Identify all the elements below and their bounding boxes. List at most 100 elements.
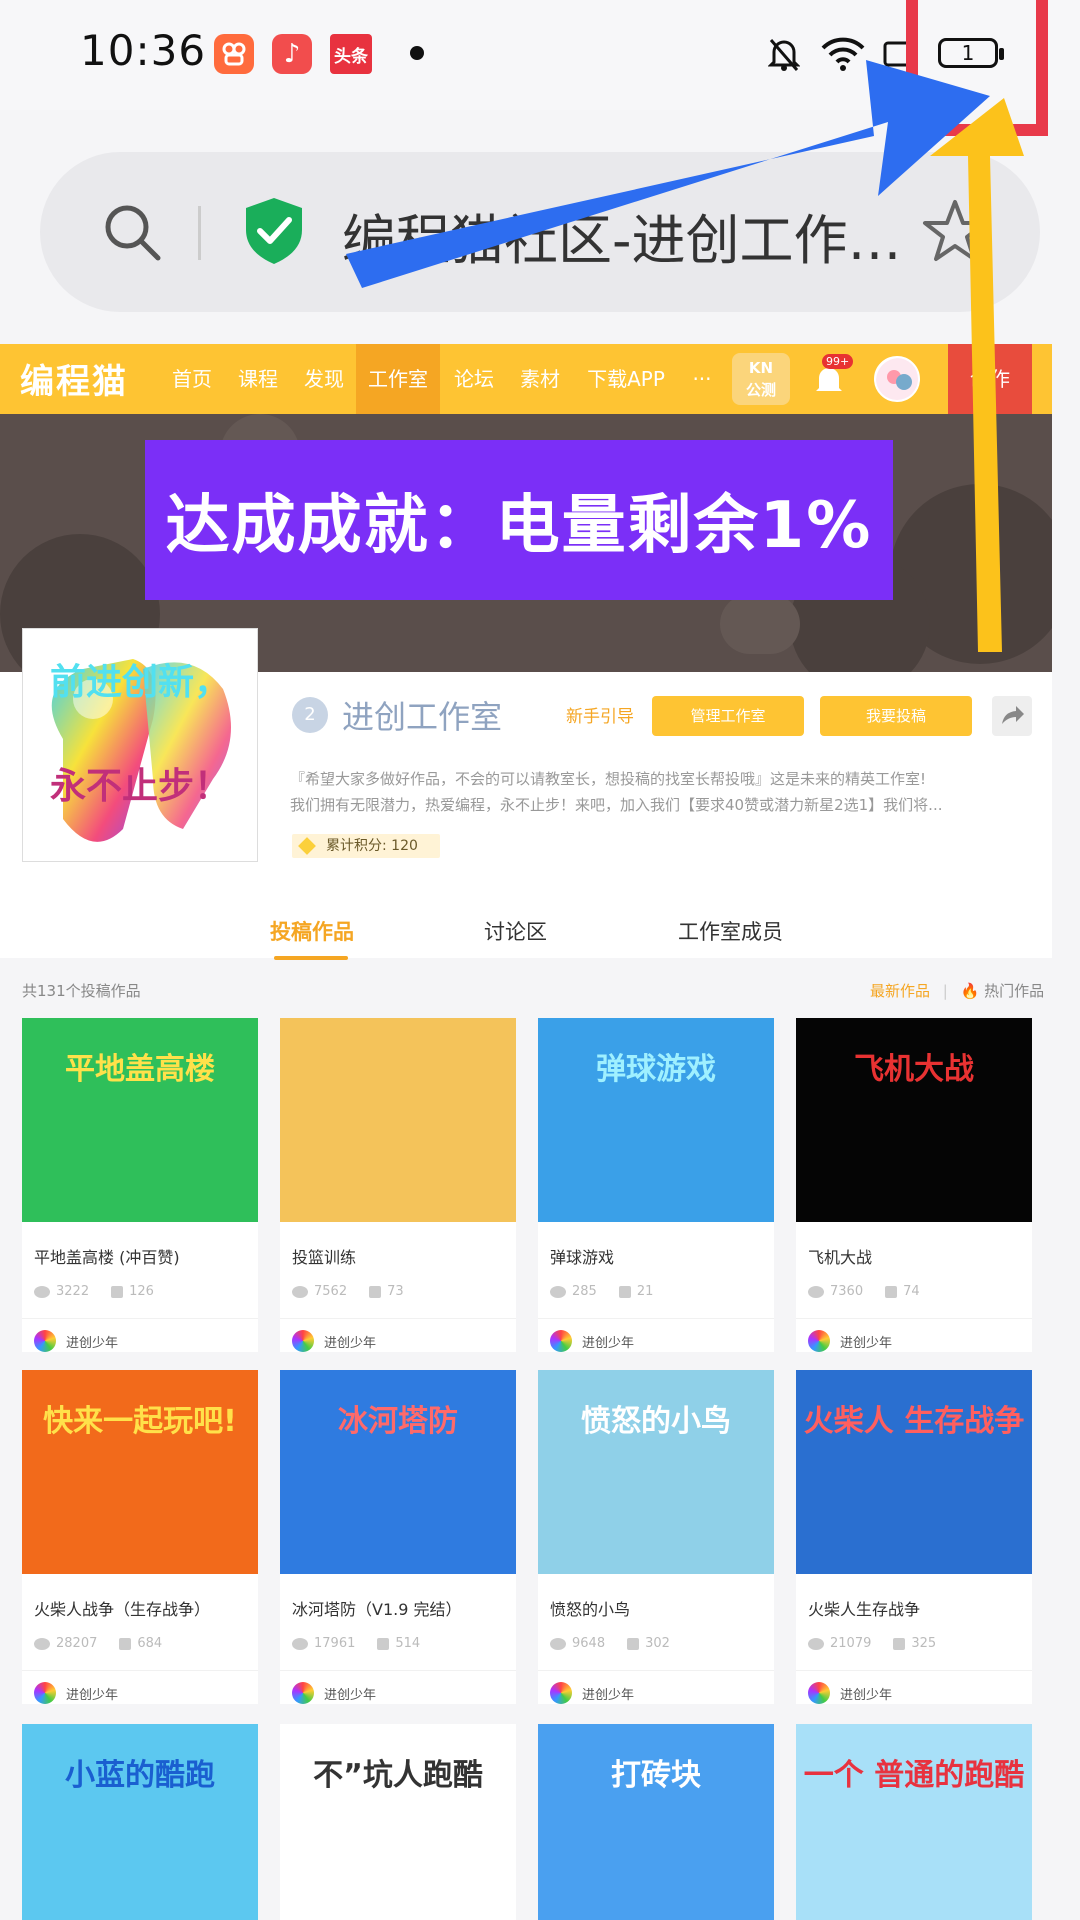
avatar bbox=[292, 1330, 314, 1352]
work-author[interactable]: 进创少年 bbox=[550, 1682, 634, 1704]
work-card[interactable]: 火柴人 生存战争 火柴人生存战争 21079 325 进创少年 bbox=[796, 1370, 1032, 1704]
tab-submitted-works[interactable]: 投稿作品 bbox=[270, 916, 354, 960]
work-thumbnail[interactable]: 一个 普通的跑酷 bbox=[796, 1724, 1032, 1920]
nav-item-materials[interactable]: 素材 bbox=[512, 344, 568, 414]
work-author[interactable]: 进创少年 bbox=[34, 1682, 118, 1704]
page-title[interactable]: 编程猫社区-进创工作… bbox=[342, 196, 922, 275]
site-navbar: 编程猫 首页 课程 发现 工作室 论坛 素材 下载APP ··· KN 公测 9… bbox=[0, 344, 1052, 414]
search-icon[interactable] bbox=[100, 200, 164, 264]
view-count: 7360 bbox=[830, 1284, 864, 1299]
eye-icon bbox=[292, 1285, 308, 1298]
avatar bbox=[808, 1330, 830, 1352]
work-card[interactable]: 一个 普通的跑酷 bbox=[796, 1724, 1032, 1920]
work-title[interactable]: 火柴人战争（生存战争） bbox=[34, 1596, 210, 1620]
thumbnail-caption: 弹球游戏 bbox=[596, 1052, 716, 1087]
sort-newest[interactable]: 最新作品 bbox=[870, 982, 930, 1000]
work-card[interactable]: 打砖块 bbox=[538, 1724, 774, 1920]
thumbnail-caption: 愤怒的小鸟 bbox=[581, 1404, 731, 1439]
work-title[interactable]: 火柴人生存战争 bbox=[808, 1596, 920, 1620]
work-card[interactable]: 飞机大战 飞机大战 7360 74 进创少年 bbox=[796, 1018, 1032, 1352]
thumbnail-caption: 快来一起玩吧! bbox=[43, 1404, 237, 1439]
work-card[interactable]: 快来一起玩吧! 火柴人战争（生存战争） 28207 684 进创少年 bbox=[22, 1370, 258, 1704]
create-button[interactable]: 创作 bbox=[948, 344, 1032, 414]
author-name: 进创少年 bbox=[840, 1687, 893, 1703]
work-author[interactable]: 进创少年 bbox=[808, 1330, 892, 1352]
like-count: 514 bbox=[395, 1636, 421, 1651]
work-card[interactable]: 小蓝的酷跑 bbox=[22, 1724, 258, 1920]
work-thumbnail[interactable]: 打砖块 bbox=[538, 1724, 774, 1920]
author-name: 进创少年 bbox=[840, 1335, 893, 1351]
work-thumbnail[interactable]: 小蓝的酷跑 bbox=[22, 1724, 258, 1920]
work-thumbnail[interactable]: 弹球游戏 bbox=[538, 1018, 774, 1222]
work-thumbnail[interactable]: 冰河塔防 bbox=[280, 1370, 516, 1574]
eye-icon bbox=[34, 1285, 50, 1298]
manage-studio-button[interactable]: 管理工作室 bbox=[652, 696, 804, 736]
divider bbox=[22, 1670, 258, 1671]
thumbs-up-icon bbox=[618, 1285, 631, 1298]
work-author[interactable]: 进创少年 bbox=[808, 1682, 892, 1704]
site-logo[interactable]: 编程猫 bbox=[20, 354, 128, 403]
eye-icon bbox=[550, 1285, 566, 1298]
work-title[interactable]: 弹球游戏 bbox=[550, 1244, 614, 1268]
view-count: 3222 bbox=[56, 1284, 90, 1299]
nav-item-download[interactable]: 下载APP bbox=[580, 344, 672, 414]
work-stats: 285 21 bbox=[550, 1284, 653, 1299]
share-button[interactable] bbox=[992, 696, 1032, 736]
work-thumbnail[interactable] bbox=[280, 1018, 516, 1222]
nav-item-discover[interactable]: 发现 bbox=[296, 344, 352, 414]
work-card[interactable]: 不”坑人跑酷 bbox=[280, 1724, 516, 1920]
work-author[interactable]: 进创少年 bbox=[34, 1330, 118, 1352]
work-title[interactable]: 平地盖高楼 (冲百赞) bbox=[34, 1244, 180, 1268]
nav-more-button[interactable]: ··· bbox=[682, 344, 722, 414]
author-name: 进创少年 bbox=[324, 1335, 377, 1351]
sort-hottest[interactable]: 热门作品 bbox=[984, 982, 1044, 1000]
work-card[interactable]: 愤怒的小鸟 愤怒的小鸟 9648 302 进创少年 bbox=[538, 1370, 774, 1704]
music-icon: ♪ bbox=[272, 34, 312, 74]
work-card[interactable]: 冰河塔防 冰河塔防（V1.9 完结） 17961 514 进创少年 bbox=[280, 1370, 516, 1704]
flame-icon: 🔥 bbox=[960, 982, 980, 1000]
avatar[interactable] bbox=[874, 356, 920, 402]
studio-points: 累计积分: 120 bbox=[292, 834, 440, 858]
work-thumbnail[interactable]: 快来一起玩吧! bbox=[22, 1370, 258, 1574]
kn-beta-badge[interactable]: KN 公测 bbox=[732, 353, 790, 405]
work-title[interactable]: 投篮训练 bbox=[292, 1244, 356, 1268]
clock: 10:36 bbox=[80, 26, 207, 75]
work-title[interactable]: 冰河塔防（V1.9 完结） bbox=[292, 1596, 461, 1620]
like-count: 126 bbox=[129, 1284, 154, 1299]
like-count: 73 bbox=[387, 1284, 404, 1299]
kn-label: KN bbox=[748, 359, 774, 377]
work-title[interactable]: 愤怒的小鸟 bbox=[550, 1596, 630, 1620]
work-card[interactable]: 弹球游戏 弹球游戏 285 21 进创少年 bbox=[538, 1018, 774, 1352]
thumbs-up-icon bbox=[377, 1637, 390, 1650]
work-title[interactable]: 飞机大战 bbox=[808, 1244, 872, 1268]
nav-item-studio[interactable]: 工作室 bbox=[356, 344, 440, 414]
thumbs-up-icon bbox=[885, 1285, 898, 1298]
author-name: 进创少年 bbox=[582, 1687, 635, 1703]
avatar bbox=[34, 1682, 56, 1704]
tab-discussion[interactable]: 讨论区 bbox=[484, 916, 547, 946]
nav-item-forum[interactable]: 论坛 bbox=[446, 344, 502, 414]
tab-members[interactable]: 工作室成员 bbox=[678, 916, 783, 946]
work-thumbnail[interactable]: 平地盖高楼 bbox=[22, 1018, 258, 1222]
work-card[interactable]: 投篮训练 7562 73 进创少年 bbox=[280, 1018, 516, 1352]
notification-count-badge: 99+ bbox=[822, 354, 854, 369]
work-thumbnail[interactable]: 愤怒的小鸟 bbox=[538, 1370, 774, 1574]
star-bookmark-icon[interactable] bbox=[920, 196, 990, 266]
browser-address-bar[interactable]: 编程猫社区-进创工作… bbox=[40, 152, 1040, 312]
eye-icon bbox=[34, 1637, 50, 1650]
studio-logo: 前进创新， 永不止步！ bbox=[22, 628, 258, 862]
studio-level-badge: 2 bbox=[292, 697, 328, 733]
work-author[interactable]: 进创少年 bbox=[292, 1682, 376, 1704]
nav-item-courses[interactable]: 课程 bbox=[230, 344, 286, 414]
newbie-guide-link[interactable]: 新手引导 bbox=[566, 702, 634, 727]
nav-item-home[interactable]: 首页 bbox=[164, 344, 220, 414]
submit-work-button[interactable]: 我要投稿 bbox=[820, 696, 972, 736]
work-author[interactable]: 进创少年 bbox=[292, 1330, 376, 1352]
secure-shield-icon bbox=[242, 196, 306, 266]
thumbs-up-icon bbox=[627, 1637, 640, 1650]
work-author[interactable]: 进创少年 bbox=[550, 1330, 634, 1352]
work-thumbnail[interactable]: 火柴人 生存战争 bbox=[796, 1370, 1032, 1574]
work-thumbnail[interactable]: 飞机大战 bbox=[796, 1018, 1032, 1222]
work-thumbnail[interactable]: 不”坑人跑酷 bbox=[280, 1724, 516, 1920]
work-card[interactable]: 平地盖高楼平地盖高楼 (冲百赞) 3222 126 进创少年 bbox=[22, 1018, 258, 1352]
